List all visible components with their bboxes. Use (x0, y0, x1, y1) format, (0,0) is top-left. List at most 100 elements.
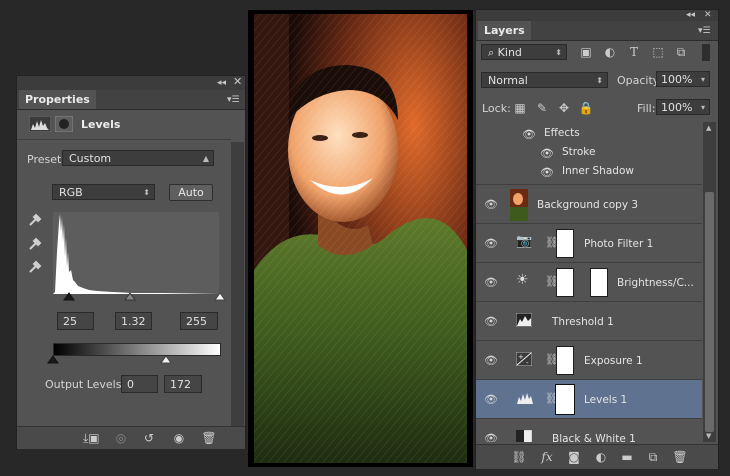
view-previous-icon[interactable]: ◎ (113, 430, 129, 446)
tab-properties[interactable]: Properties (19, 90, 96, 109)
trash-icon[interactable]: 🗑 (201, 430, 217, 446)
visibility-eye-icon[interactable]: 👁 (484, 354, 500, 367)
effect-stroke[interactable]: Stroke (562, 146, 595, 158)
layers-scrollbar[interactable]: ▲ ▼ (703, 122, 716, 442)
filter-pixel-icon[interactable]: ▣ (578, 44, 594, 60)
effects-label: Effects (544, 127, 580, 139)
layer-thumbnail (510, 189, 528, 221)
black-point-eyedropper-icon[interactable] (27, 212, 43, 228)
filter-shape-icon[interactable]: ⬚ (650, 44, 666, 60)
layer-row[interactable]: 👁 Background copy 3 (476, 184, 702, 223)
layer-row[interactable]: 👁 ☀ ⛓ Brightness/C... (476, 262, 702, 301)
input-levels-slider[interactable] (61, 291, 231, 303)
visibility-eye-icon[interactable]: 👁 (484, 198, 500, 211)
scroll-down-icon[interactable]: ▼ (706, 432, 711, 440)
visibility-eye-icon[interactable]: 👁 (484, 393, 500, 406)
white-point-eyedropper-icon[interactable] (27, 259, 43, 275)
trash-icon[interactable]: 🗑 (672, 449, 688, 465)
visibility-eye-icon[interactable]: 👁 (540, 166, 556, 179)
properties-scrollbar[interactable] (231, 142, 244, 426)
scroll-thumb[interactable] (705, 192, 714, 432)
updown-arrow-icon: ⬍ (596, 76, 603, 85)
layer-mask-thumbnail[interactable] (555, 384, 575, 415)
lock-label: Lock: (482, 102, 511, 115)
filter-smart-object-icon[interactable]: ⧉ (673, 44, 689, 60)
fx-icon[interactable]: fx (539, 449, 555, 465)
clip-to-layer-icon[interactable]: ⤓▣ (83, 430, 100, 446)
close-icon[interactable]: ✕ (704, 10, 712, 20)
visibility-eye-icon[interactable]: 👁 (484, 432, 500, 442)
filter-toggle[interactable] (702, 44, 710, 61)
new-layer-icon[interactable]: ⧉ (645, 449, 661, 465)
canvas-photo (248, 10, 473, 467)
visibility-eye-icon[interactable]: 👁 (522, 128, 538, 141)
close-icon[interactable]: ✕ (233, 76, 242, 87)
panel-menu-icon[interactable]: ▾☰ (227, 95, 240, 105)
new-adjustment-icon[interactable]: ◐ (593, 449, 609, 465)
effect-inner-shadow[interactable]: Inner Shadow (562, 165, 634, 177)
lock-all-icon[interactable]: 🔒 (578, 100, 594, 116)
gray-point-eyedropper-icon[interactable] (27, 236, 43, 252)
input-black-field[interactable]: 25 (57, 312, 94, 330)
add-mask-icon[interactable]: ◙ (566, 449, 582, 465)
vector-mask-thumbnail[interactable] (590, 268, 608, 297)
output-levels-slider[interactable] (47, 355, 227, 365)
panel-menu-icon[interactable]: ▾☰ (698, 26, 711, 36)
input-gamma-field[interactable]: 1.32 (115, 312, 152, 330)
lock-image-icon[interactable]: ✎ (534, 100, 550, 116)
link-icon[interactable]: ⛓ (545, 236, 559, 250)
brightness-contrast-icon: ☀ (516, 272, 529, 288)
opacity-field[interactable]: 100% ▾ (656, 71, 710, 87)
lock-position-icon[interactable]: ✥ (556, 100, 572, 116)
input-white-field[interactable]: 255 (180, 312, 218, 330)
visibility-eye-icon[interactable]: 👁 (484, 315, 500, 328)
visibility-eye-icon[interactable]: 👁 (484, 276, 500, 289)
fill-label: Fill: (637, 102, 656, 115)
levels-histogram (53, 212, 219, 294)
output-black-field[interactable]: 0 (121, 375, 158, 393)
layer-row[interactable]: 👁 Threshold 1 (476, 301, 702, 340)
reset-icon[interactable]: ↺ (141, 430, 157, 446)
layers-list: 👁 Effects 👁 Stroke 👁 Inner Shadow 👁 Back… (476, 122, 702, 442)
channel-select[interactable]: RGB ⬍ (52, 184, 155, 200)
exposure-icon: +- (516, 352, 532, 366)
filter-type-icon[interactable]: T (626, 44, 642, 60)
layer-row[interactable]: 👁 📷 ⛓ Photo Filter 1 (476, 223, 702, 262)
levels-histogram-icon (29, 116, 51, 132)
updown-arrow-icon: ⬍ (143, 188, 150, 197)
layer-mask-thumbnail[interactable] (556, 346, 574, 375)
collapse-icon[interactable]: ◂◂ (217, 78, 226, 88)
layer-row[interactable]: 👁 + - ⛓ Exposure 1 (476, 340, 702, 379)
visibility-eye-icon[interactable]: 👁 (484, 237, 500, 250)
filter-kind-select[interactable]: ⌕ Kind ⬍ (481, 44, 567, 60)
fill-field[interactable]: 100% ▾ (656, 99, 710, 115)
collapse-icon[interactable]: ◂◂ (686, 10, 695, 20)
layer-name: Exposure 1 (584, 355, 643, 367)
blend-mode-select[interactable]: Normal ⬍ (481, 72, 608, 88)
link-icon[interactable]: ⛓ (545, 392, 559, 406)
output-white-field[interactable]: 172 (164, 375, 202, 393)
layer-mask-thumbnail[interactable] (556, 229, 574, 258)
layers-titlebar[interactable]: ◂◂ ✕ (476, 10, 718, 21)
link-layers-icon[interactable]: ⛓ (511, 449, 527, 465)
lock-transparent-icon[interactable]: ▦ (512, 100, 528, 116)
scroll-up-icon[interactable]: ▲ (706, 124, 711, 132)
fill-value: 100% (661, 101, 693, 114)
link-icon[interactable]: ⛓ (545, 353, 559, 367)
visibility-eye-icon[interactable]: 👁 (540, 147, 556, 160)
dropdown-arrow-icon: ▾ (700, 75, 705, 84)
tab-layers[interactable]: Layers (478, 21, 531, 40)
blend-mode-value: Normal (488, 74, 528, 87)
layer-row-selected[interactable]: 👁 ⛓ Levels 1 (476, 379, 702, 418)
auto-button[interactable]: Auto (169, 184, 213, 201)
layer-mask-icon[interactable] (55, 116, 73, 132)
properties-titlebar[interactable]: ◂◂ ✕ (17, 76, 245, 90)
preset-select[interactable]: Custom ▲ (62, 150, 214, 166)
layer-row[interactable]: 👁 Black & White 1 (476, 418, 702, 442)
filter-adjustment-icon[interactable]: ◐ (602, 44, 618, 60)
link-icon[interactable]: ⛓ (545, 275, 559, 289)
opacity-value: 100% (661, 73, 693, 86)
layer-mask-thumbnail[interactable] (556, 268, 574, 297)
new-group-icon[interactable]: ▬ (619, 449, 635, 465)
visibility-eye-icon[interactable]: ◉ (171, 430, 187, 446)
